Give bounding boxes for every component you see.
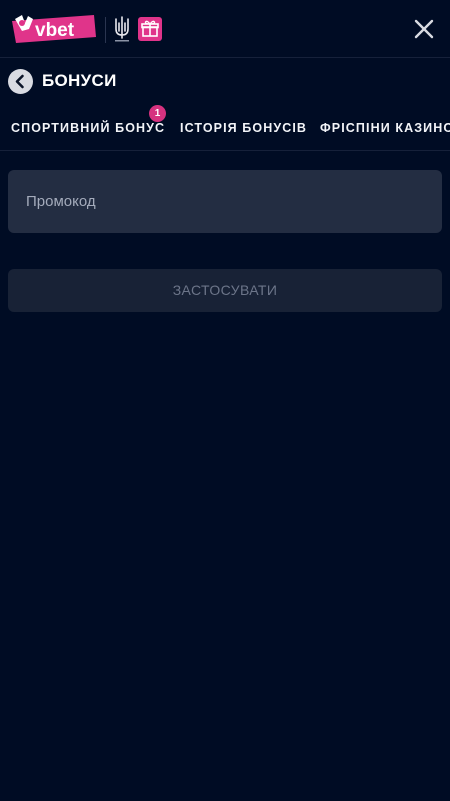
- vbet-logo[interactable]: vbet: [10, 13, 96, 45]
- page-title: БОНУСИ: [42, 71, 117, 90]
- header-divider: [105, 17, 106, 43]
- close-icon: [414, 19, 434, 39]
- logo-text: vbet: [35, 20, 75, 41]
- gift-button[interactable]: [138, 17, 162, 41]
- apply-button[interactable]: ЗАСТОСУВАТИ: [8, 269, 442, 312]
- gift-icon: [141, 20, 159, 37]
- tab-count-badge: 1: [149, 105, 166, 122]
- tab-sports-bonus[interactable]: СПОРТИВНИЙ БОНУС: [11, 121, 165, 135]
- page-header: БОНУСИ: [0, 58, 450, 106]
- bonus-tabs: СПОРТИВНИЙ БОНУС ІСТОРІЯ БОНУСІВ ФРІСПІН…: [0, 106, 450, 151]
- close-button[interactable]: [410, 15, 438, 43]
- tab-bonus-history[interactable]: ІСТОРІЯ БОНУСІВ: [180, 121, 307, 135]
- promo-code-input[interactable]: [8, 170, 442, 233]
- chevron-left-icon: [15, 74, 24, 89]
- back-button[interactable]: [8, 69, 33, 94]
- trident-icon: [112, 15, 132, 45]
- tab-casino-freespins[interactable]: ФРІСПІНИ КАЗИНО: [320, 121, 450, 135]
- app-header: vbet: [0, 0, 450, 58]
